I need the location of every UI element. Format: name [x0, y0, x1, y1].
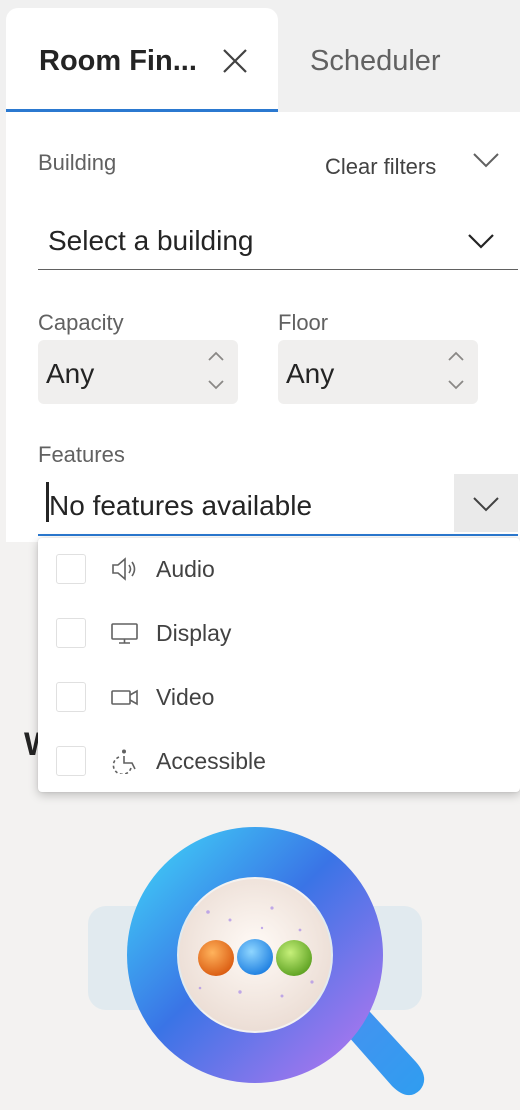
feature-option-label: Display: [156, 620, 232, 646]
capacity-value: Any: [46, 358, 95, 389]
close-icon[interactable]: [220, 46, 250, 76]
checkbox[interactable]: [56, 618, 86, 648]
feature-option-video[interactable]: Video: [38, 666, 520, 730]
chevron-down-icon: [468, 234, 494, 249]
capacity-label: Capacity: [38, 310, 124, 335]
floor-value: Any: [286, 358, 335, 389]
features-label: Features: [38, 442, 125, 467]
tab-scheduler[interactable]: Scheduler: [280, 8, 520, 112]
feature-option-label: Audio: [156, 556, 215, 582]
floor-label: Floor: [278, 310, 329, 335]
checkbox[interactable]: [56, 682, 86, 712]
tab-bar: Room Fin... Scheduler: [0, 0, 520, 112]
chevron-down-icon[interactable]: [472, 150, 500, 172]
chevron-up-icon[interactable]: [206, 348, 226, 364]
tab-room-finder[interactable]: Room Fin...: [6, 8, 278, 112]
building-select-value: Select a building: [48, 225, 254, 256]
accessibility-icon: [112, 749, 136, 774]
feature-option-accessible[interactable]: Accessible: [38, 730, 520, 794]
clear-filters-button[interactable]: Clear filters: [325, 154, 436, 180]
building-label: Building: [38, 150, 117, 175]
checkbox[interactable]: [56, 554, 86, 584]
speaker-icon: [112, 557, 136, 581]
tab-label: Room Fin...: [39, 45, 197, 77]
chevron-down-icon[interactable]: [206, 377, 226, 393]
feature-option-label: Accessible: [156, 748, 266, 774]
chevron-down-icon: [473, 497, 499, 512]
search-illustration: [88, 827, 425, 1096]
monitor-icon: [111, 623, 138, 644]
building-select[interactable]: Select a building: [38, 210, 518, 270]
feature-option-audio[interactable]: Audio: [38, 538, 520, 602]
features-dropdown-button[interactable]: [454, 474, 518, 532]
chevron-down-icon[interactable]: [446, 377, 466, 393]
checkbox[interactable]: [56, 746, 86, 776]
capacity-spinner[interactable]: Any: [38, 340, 238, 404]
features-combobox[interactable]: No features available: [38, 474, 518, 536]
tab-label: Scheduler: [310, 45, 441, 77]
camera-icon: [111, 689, 138, 706]
features-value: No features available: [49, 490, 313, 521]
feature-option-label: Video: [156, 684, 215, 710]
features-listbox: Audio Display Video Accessible: [38, 538, 520, 792]
feature-option-display[interactable]: Display: [38, 602, 520, 666]
floor-spinner[interactable]: Any: [278, 340, 478, 404]
chevron-up-icon[interactable]: [446, 348, 466, 364]
